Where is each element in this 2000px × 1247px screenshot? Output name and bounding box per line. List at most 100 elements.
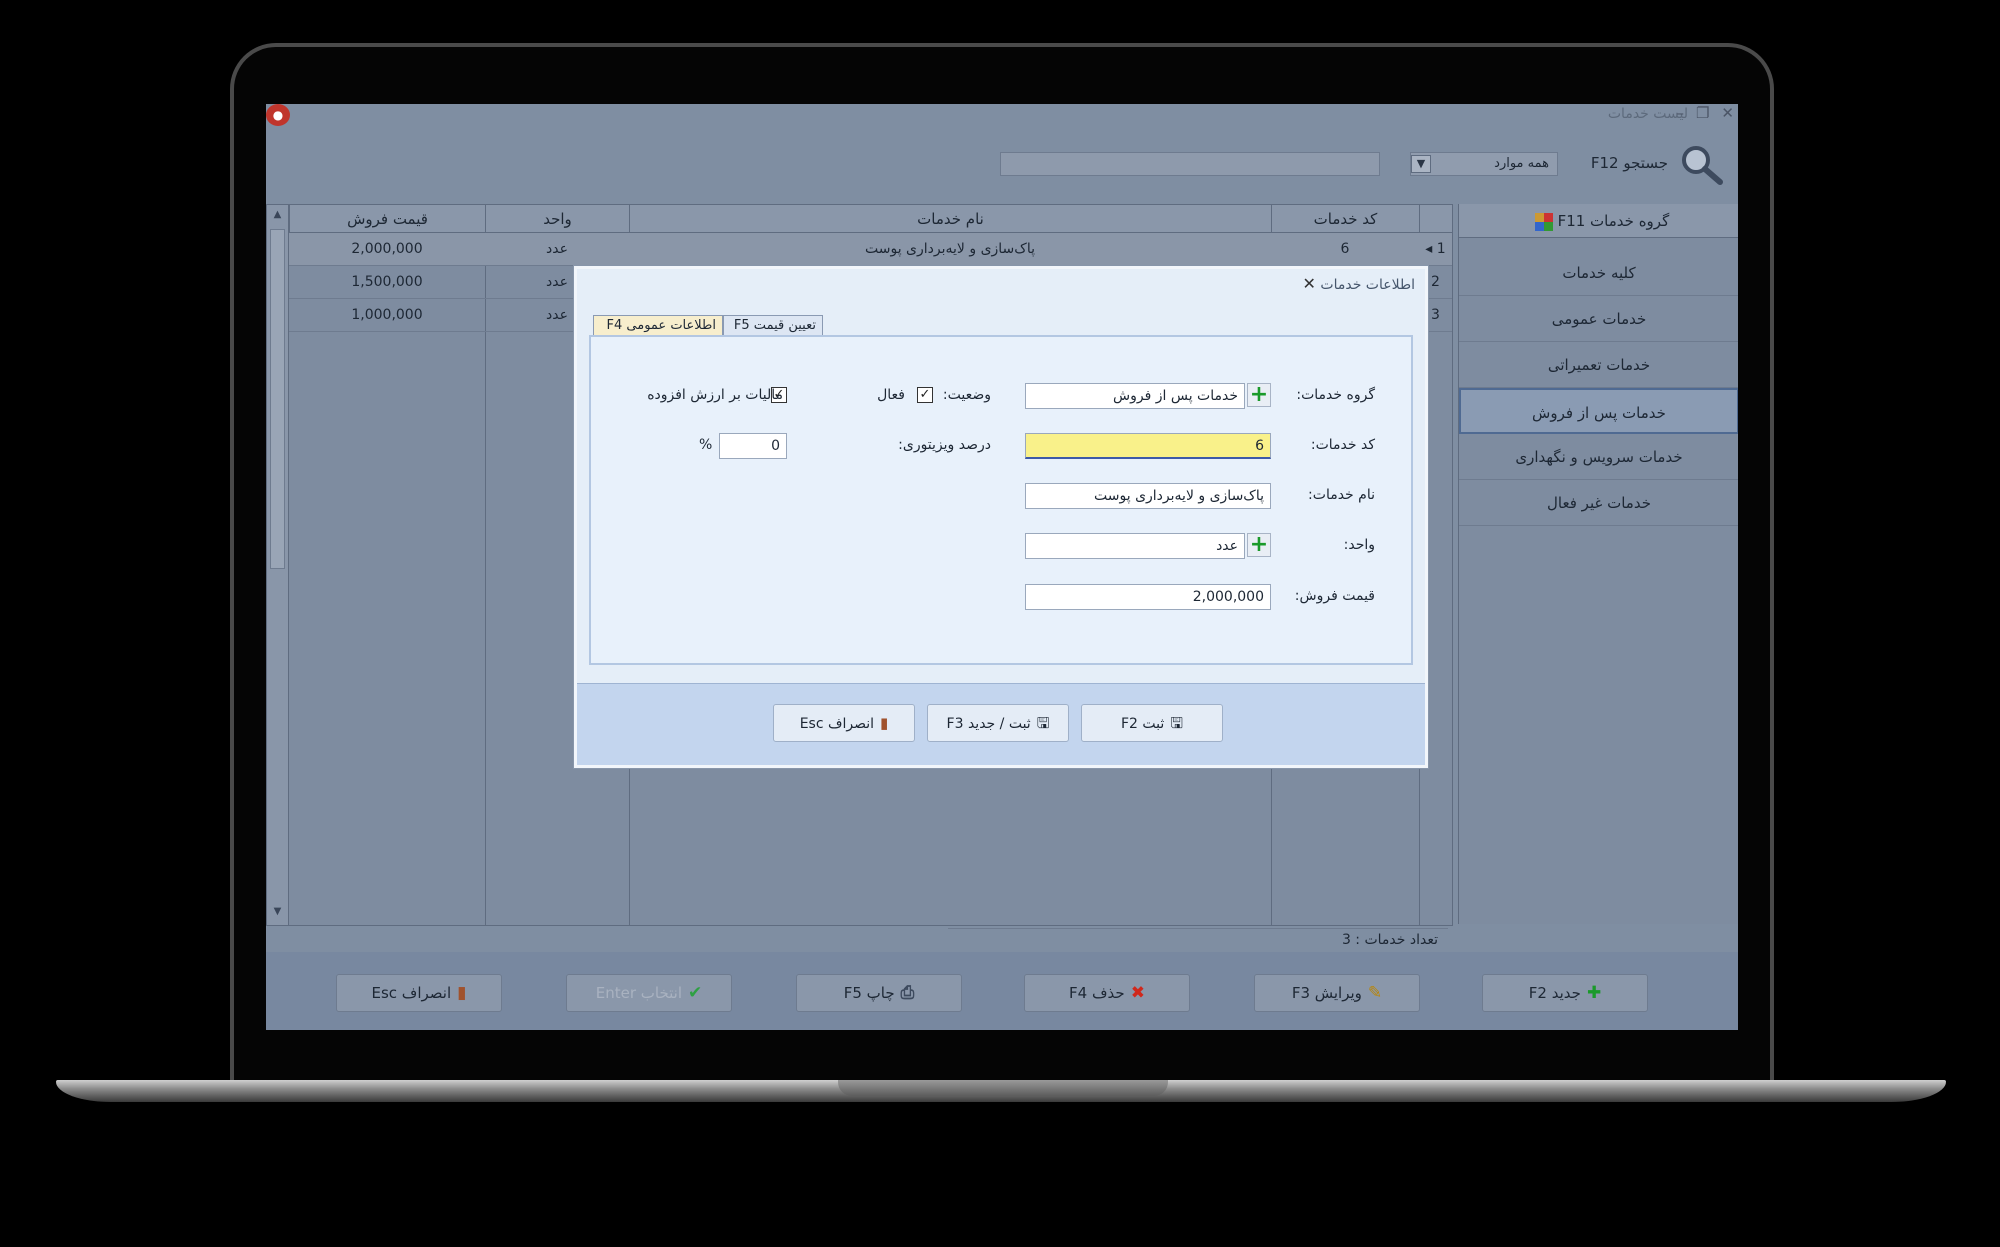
name-field-label: نام خدمات:: [1308, 487, 1375, 503]
grid-header: قیمت فروش واحد نام خدمات کد خدمات: [289, 205, 1452, 233]
search-scope-select[interactable]: همه موارد ▼: [1410, 152, 1558, 176]
status-label: وضعیت:: [942, 387, 991, 403]
select-button[interactable]: ✔ انتخاب Enter: [566, 974, 732, 1012]
dialog-title: اطلاعات خدمات: [1320, 277, 1415, 293]
service-group-panel: گروه خدمات F11 کلیه خدمات خدمات عمومی خد…: [1458, 204, 1738, 924]
cell-name: پاک‌سازی و لایه‌برداری پوست: [865, 241, 1035, 257]
print-button-label: چاپ F5: [843, 984, 895, 1002]
service-code-field[interactable]: 6: [1025, 433, 1271, 459]
search-icon[interactable]: [1678, 142, 1726, 186]
search-input[interactable]: [1000, 152, 1380, 176]
service-info-dialog: اطلاعات خدمات ✕ اطلاعات عمومی F4 تعیین ق…: [574, 266, 1428, 768]
col-header-price[interactable]: قیمت فروش: [289, 205, 485, 233]
app-logo-icon: ●: [266, 104, 290, 126]
plus-icon: ✚: [1586, 983, 1602, 1003]
scroll-up-icon[interactable]: ▲: [270, 208, 285, 222]
tab-pricing[interactable]: تعیین قیمت F5: [723, 315, 823, 337]
grid-divider: [485, 233, 486, 925]
col-header-code[interactable]: کد خدمات: [1271, 205, 1419, 233]
scroll-down-icon[interactable]: ▼: [270, 905, 285, 919]
vat-checkbox-label: مالیات بر ارزش افزوده: [647, 387, 783, 403]
bottom-toolbar: ▮ انصراف Esc ✔ انتخاب Enter ⎙ چاپ F5 ✖ حذف F…: [266, 952, 1738, 1030]
service-group-field[interactable]: خدمات پس از فروش: [1025, 383, 1245, 409]
save-new-label: ثبت / جدید F3: [946, 716, 1031, 732]
print-button[interactable]: ⎙ چاپ F5: [796, 974, 962, 1012]
group-item-maintenance[interactable]: خدمات سرویس و نگهداری: [1459, 434, 1738, 480]
dialog-title-bar: اطلاعات خدمات ✕: [577, 269, 1425, 299]
add-group-plus-icon[interactable]: +: [1247, 383, 1271, 407]
edit-button-label: ویرایش F3: [1291, 984, 1362, 1002]
sale-price-field[interactable]: 2,000,000: [1025, 584, 1271, 610]
exit-door-icon: ▮: [880, 714, 889, 732]
laptop-notch: [838, 1080, 1168, 1096]
delete-button[interactable]: ✖ حذف F4: [1024, 974, 1190, 1012]
percent-sign: %: [699, 437, 713, 453]
edit-button[interactable]: ✎ ویرایش F3: [1254, 974, 1420, 1012]
cell-unit: عدد: [546, 241, 568, 257]
new-button-label: جدید F2: [1528, 984, 1581, 1002]
cell-price: 1,500,000: [351, 274, 423, 290]
cancel-button-label: انصراف Esc: [371, 984, 452, 1002]
chevron-down-icon[interactable]: ▼: [1411, 155, 1431, 173]
restore-icon[interactable]: ❐: [1696, 104, 1709, 122]
dialog-cancel-label: انصراف Esc: [799, 716, 875, 732]
add-unit-plus-icon[interactable]: +: [1247, 533, 1271, 557]
grid-scrollbar[interactable]: ▲ ▼: [267, 205, 289, 925]
group-item-inactive[interactable]: خدمات غیر فعال: [1459, 480, 1738, 526]
save-label: ثبت F2: [1120, 716, 1165, 732]
new-button[interactable]: ✚ جدید F2: [1482, 974, 1648, 1012]
printer-icon: ⎙: [900, 983, 915, 1003]
unit-field-label: واحد:: [1343, 537, 1375, 553]
exit-door-icon: ▮: [457, 983, 467, 1003]
visitor-percent-field[interactable]: 0: [719, 433, 787, 459]
row-number: 1: [1436, 241, 1446, 257]
scroll-thumb[interactable]: [270, 229, 285, 569]
dialog-tabs: اطلاعات عمومی F4 تعیین قیمت F5: [593, 315, 1417, 337]
group-header-label: گروه خدمات F11: [1557, 212, 1670, 230]
dialog-footer: ▮ انصراف Esc 🖫 ثبت / جدید F3 🖫 ثبت F2: [577, 683, 1425, 765]
cell-price: 1,000,000: [351, 307, 423, 323]
save-disk-icon: 🖫: [1170, 714, 1184, 732]
cell-index: ◂ 1: [1425, 241, 1446, 257]
col-header-indicator: [1419, 205, 1452, 233]
price-field-label: قیمت فروش:: [1294, 588, 1375, 604]
save-new-disk-icon: 🖫: [1036, 714, 1050, 732]
close-icon[interactable]: ✕: [1721, 104, 1734, 122]
grid-icon: [1534, 212, 1553, 231]
pencil-icon: ✎: [1367, 983, 1383, 1003]
code-field-label: کد خدمات:: [1310, 437, 1375, 453]
cancel-button[interactable]: ▮ انصراف Esc: [336, 974, 502, 1012]
close-icon[interactable]: ✕: [1303, 274, 1316, 293]
cell-price: 2,000,000: [351, 241, 423, 257]
visitor-percent-label: درصد ویزیتوری:: [898, 437, 991, 453]
general-info-tab-page: گروه خدمات: + خدمات پس از فروش کد خدمات:…: [589, 335, 1413, 665]
dialog-cancel-button[interactable]: ▮ انصراف Esc: [773, 704, 915, 742]
group-item-after-sales[interactable]: خدمات پس از فروش: [1459, 388, 1738, 434]
table-row[interactable]: 2,000,000 عدد پاک‌سازی و لایه‌برداری پوس…: [289, 233, 1452, 266]
active-checkbox-label: فعال: [877, 387, 905, 403]
col-header-unit[interactable]: واحد: [485, 205, 629, 233]
grid-footer-count: تعداد خدمات : 3: [948, 928, 1448, 950]
group-item-repair[interactable]: خدمات تعمیراتی: [1459, 342, 1738, 388]
select-button-label: انتخاب Enter: [595, 984, 683, 1002]
delete-x-icon: ✖: [1130, 983, 1145, 1003]
unit-field[interactable]: عدد: [1025, 533, 1245, 559]
checkmark-icon: ✔: [688, 983, 703, 1003]
delete-button-label: حذف F4: [1069, 984, 1125, 1002]
tab-general-info[interactable]: اطلاعات عمومی F4: [593, 315, 723, 337]
save-new-button[interactable]: 🖫 ثبت / جدید F3: [927, 704, 1069, 742]
service-name-field[interactable]: پاک‌سازی و لایه‌برداری پوست: [1025, 483, 1271, 509]
group-panel-header[interactable]: گروه خدمات F11: [1459, 204, 1738, 238]
cell-code: 6: [1340, 241, 1350, 257]
active-checkbox[interactable]: ✓: [917, 387, 933, 403]
group-field-label: گروه خدمات:: [1296, 387, 1375, 403]
group-item-all[interactable]: کلیه خدمات: [1459, 250, 1738, 296]
group-item-general[interactable]: خدمات عمومی: [1459, 296, 1738, 342]
minimize-icon[interactable]: –: [1676, 104, 1684, 122]
col-header-name[interactable]: نام خدمات: [629, 205, 1271, 233]
window-controls: – ❐ ✕: [1676, 104, 1734, 122]
title-bar: ● لیست خدمات – ❐ ✕: [266, 104, 1738, 126]
search-label: جستجو F12: [1590, 154, 1668, 172]
save-button[interactable]: 🖫 ثبت F2: [1081, 704, 1223, 742]
search-scope-value: همه موارد: [1494, 156, 1549, 171]
